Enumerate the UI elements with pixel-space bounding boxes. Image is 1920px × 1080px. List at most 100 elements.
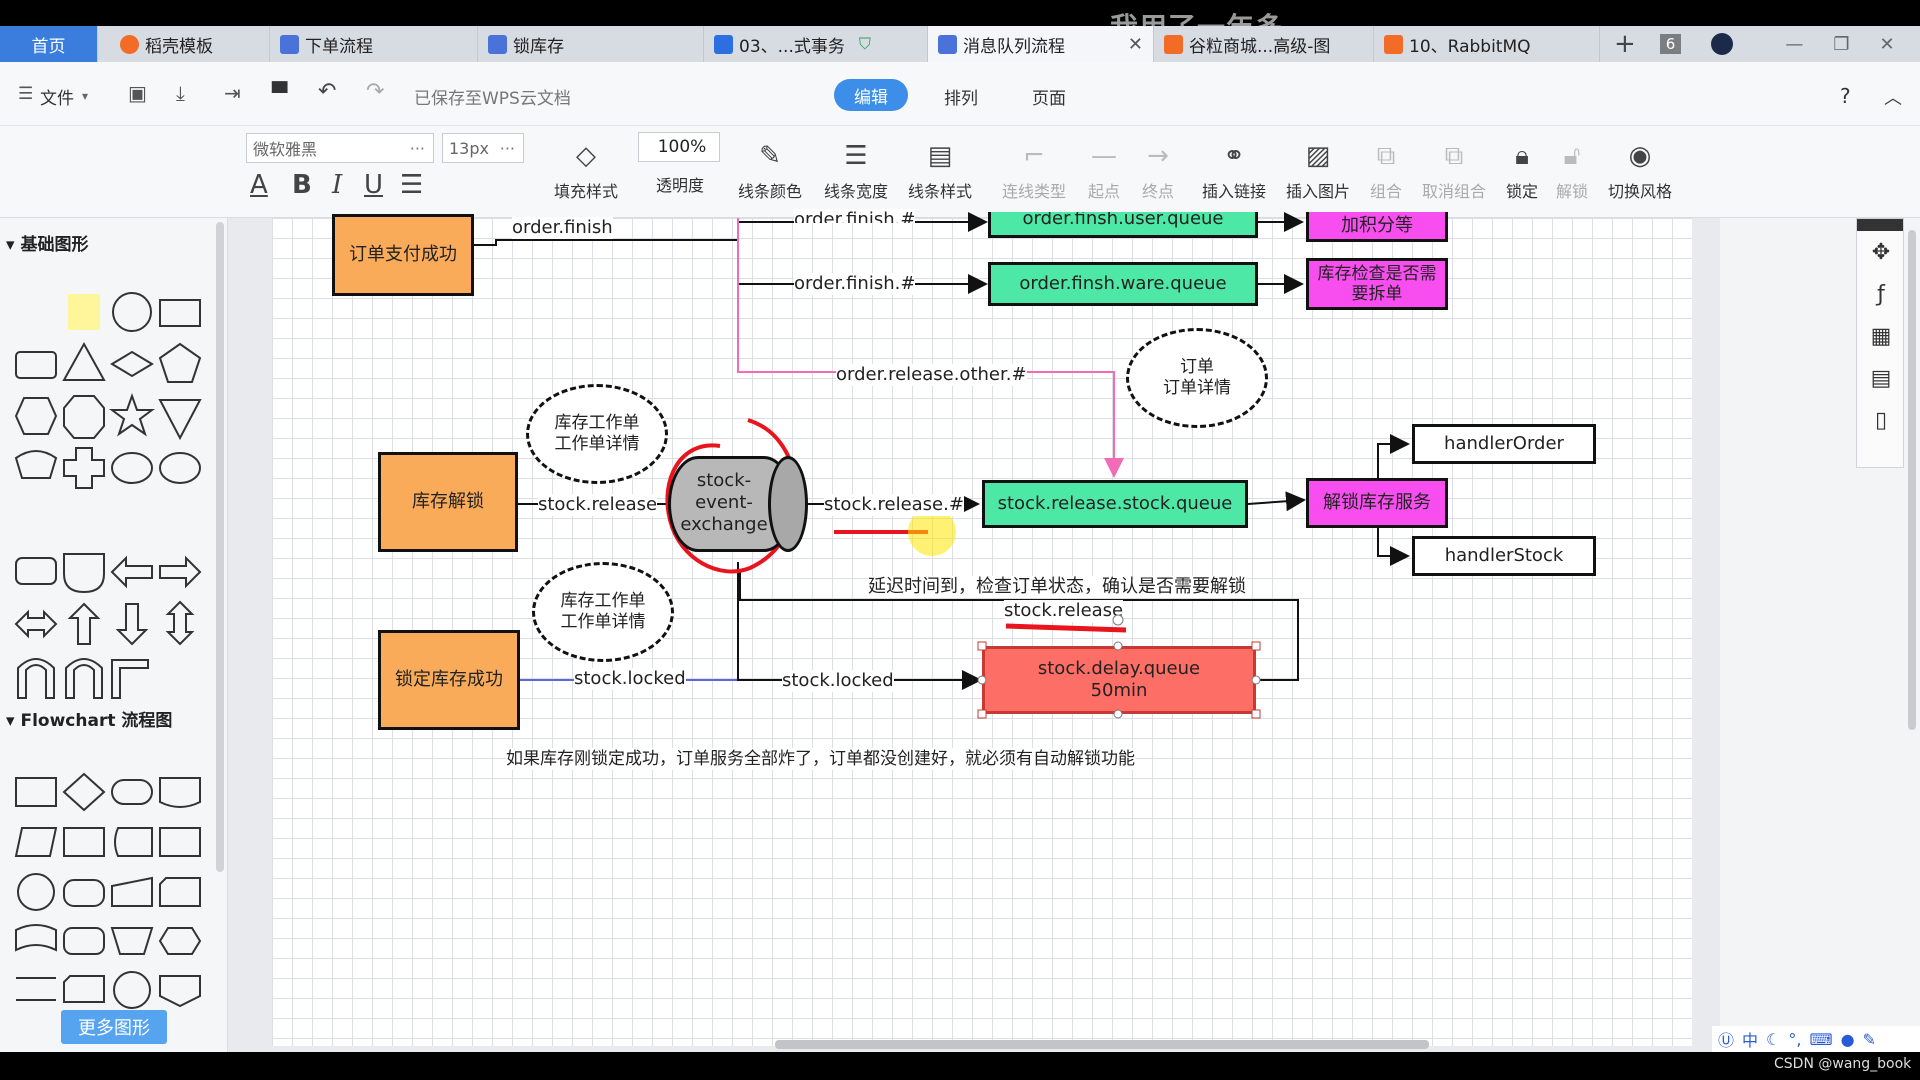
triangle-shape[interactable]	[62, 341, 106, 381]
more-shapes-button[interactable]: 更多图形	[61, 1010, 167, 1044]
ime-toolbar[interactable]: Ⓤ 中 ☾ °, ⌨ ● ✎	[1712, 1026, 1920, 1052]
or-shape[interactable]	[113, 971, 151, 1009]
document-shape[interactable]	[159, 777, 201, 808]
end-point-button[interactable]: → 终点	[1118, 134, 1198, 202]
pages-icon[interactable]: ▤	[1857, 357, 1905, 399]
hexagon-shape[interactable]	[14, 397, 58, 435]
decision-shape[interactable]	[62, 772, 106, 812]
navigator-icon[interactable]: ✥	[1857, 231, 1905, 273]
diamond-shape[interactable]	[110, 350, 154, 378]
process-shape[interactable]	[15, 777, 57, 807]
restore-icon[interactable]: ❐	[1833, 34, 1849, 55]
align-icon[interactable]: ☰	[400, 170, 423, 200]
tab-docer-templates[interactable]: 稻壳模板	[110, 26, 270, 62]
node-handler-stock[interactable]: handlerStock	[1412, 536, 1596, 576]
tab-home[interactable]: 首页	[0, 26, 98, 62]
line-style-button[interactable]: ▤ 线条样式	[900, 134, 980, 202]
double-arrow-shape[interactable]	[14, 609, 58, 639]
tab-page[interactable]: 页面	[1032, 84, 1066, 109]
node-ware-queue[interactable]: order.finsh.ware.queue	[988, 262, 1258, 306]
rectangle-shape[interactable]	[159, 299, 201, 327]
manual-input-shape[interactable]	[111, 876, 153, 907]
cross-shape[interactable]	[63, 447, 105, 489]
circle-shape[interactable]	[112, 292, 152, 332]
card-shape[interactable]	[159, 877, 201, 907]
horizontal-scrollbar[interactable]	[775, 1040, 1429, 1049]
formula-icon[interactable]: ƒ	[1857, 273, 1905, 315]
node-stock-event-exchange[interactable]: stock- event- exchange	[668, 456, 808, 552]
basic-shapes-header[interactable]: ▾ 基础图形	[6, 230, 88, 255]
updown-arrow-shape[interactable]	[165, 600, 195, 646]
file-menu[interactable]: 文件	[40, 84, 74, 109]
line-width-button[interactable]: ☰ 线条宽度	[816, 134, 896, 202]
internal-storage-shape[interactable]	[159, 827, 201, 857]
corner-shape[interactable]	[111, 659, 149, 699]
underline-icon[interactable]: U	[364, 170, 383, 200]
pentagon-shape[interactable]	[158, 342, 202, 383]
close-window-icon[interactable]: ✕	[1879, 34, 1894, 55]
fill-style-button[interactable]: ◇ 填充样式	[546, 134, 626, 202]
minimize-icon[interactable]: —	[1785, 34, 1803, 55]
node-delay-queue[interactable]: stock.delay.queue 50min	[982, 646, 1256, 714]
tab-order-flow[interactable]: 下单流程	[270, 26, 478, 62]
tab-message-queue-flow[interactable]: 消息队列流程 ✕	[928, 26, 1154, 62]
stored-data-shape[interactable]	[114, 827, 153, 857]
node-release-queue[interactable]: stock.release.stock.queue	[982, 480, 1248, 528]
insert-link-button[interactable]: ⚭ 插入链接	[1194, 134, 1274, 202]
star-shape[interactable]	[109, 393, 155, 437]
off-page-shape[interactable]	[63, 975, 105, 1003]
calendar-icon[interactable]: ▦	[1857, 315, 1905, 357]
data-shape[interactable]	[14, 827, 58, 857]
down-arrow-shape[interactable]	[115, 603, 149, 646]
tab-mall-advanced[interactable]: 谷粒商城...高级-图	[1154, 26, 1374, 62]
preparation-shape[interactable]	[158, 927, 202, 955]
ellipse-shape[interactable]	[159, 452, 201, 484]
close-tab-icon[interactable]: ✕	[1128, 34, 1143, 55]
connector-shape[interactable]	[17, 873, 55, 911]
node-unlock-service[interactable]: 解锁库存服务	[1306, 478, 1448, 528]
loop-shape[interactable]	[63, 927, 105, 955]
vertical-scrollbar[interactable]	[1908, 230, 1916, 730]
manual-operation-shape[interactable]	[110, 927, 154, 955]
tab-edit[interactable]: 编辑	[834, 79, 908, 111]
help-icon[interactable]: ?	[1840, 84, 1851, 108]
direct-data-shape[interactable]	[63, 879, 105, 907]
node-handler-order[interactable]: handlerOrder	[1412, 424, 1596, 464]
blank-page-icon[interactable]: ▯	[1857, 399, 1905, 441]
bold-icon[interactable]: B	[292, 170, 312, 200]
terminator-shape[interactable]	[111, 779, 153, 805]
tab-lock-stock[interactable]: 锁库存	[478, 26, 704, 62]
italic-icon[interactable]: I	[332, 170, 342, 200]
font-color-icon[interactable]: A	[250, 170, 268, 200]
redo-icon[interactable]: ↷	[366, 79, 384, 104]
format-painter-icon[interactable]: ▀	[272, 81, 287, 105]
switch-style-button[interactable]: ◉ 切换风格	[1600, 134, 1680, 202]
node-lock-success[interactable]: 锁定库存成功	[378, 630, 520, 730]
opacity-input[interactable]: 100%	[638, 132, 720, 162]
font-family-select[interactable]: 微软雅黑 ···	[246, 133, 434, 163]
punched-tape-shape[interactable]	[15, 924, 57, 952]
node-user-queue[interactable]: order.finsh.user.queue	[988, 212, 1258, 238]
rounded-rect-shape[interactable]	[15, 351, 57, 379]
inverted-triangle-shape[interactable]	[158, 399, 202, 441]
u-turn-shape[interactable]	[17, 658, 55, 699]
arch-shape[interactable]	[65, 658, 103, 699]
tab-count-badge[interactable]: 6	[1659, 34, 1682, 54]
tab-rabbitmq[interactable]: 10、RabbitMQ	[1374, 26, 1600, 62]
predefined-process-shape[interactable]	[63, 827, 105, 857]
tab-arrange[interactable]: 排列	[944, 84, 978, 109]
font-size-select[interactable]: 13px ···	[442, 133, 524, 163]
line-color-button[interactable]: ✎ 线条颜色	[730, 134, 810, 202]
new-tab-plus-icon[interactable]: +	[1614, 29, 1636, 59]
node-order-paid[interactable]: 订单支付成功	[332, 214, 474, 296]
export-icon[interactable]: ⇥	[224, 81, 241, 105]
undo-icon[interactable]: ↶	[318, 79, 336, 104]
node-points[interactable]: 加积分等	[1306, 212, 1448, 242]
right-arrow-shape[interactable]	[159, 555, 202, 589]
offpage-reference-shape[interactable]	[159, 975, 201, 1008]
annotation-shape[interactable]	[16, 977, 56, 1001]
tab-distributed-tx[interactable]: 03、...式事务 ⛉	[704, 26, 928, 62]
up-arrow-shape[interactable]	[67, 602, 101, 645]
collapse-ribbon-icon[interactable]: ︿	[1884, 84, 1902, 110]
node-stock-unlock[interactable]: 库存解锁	[378, 452, 518, 552]
